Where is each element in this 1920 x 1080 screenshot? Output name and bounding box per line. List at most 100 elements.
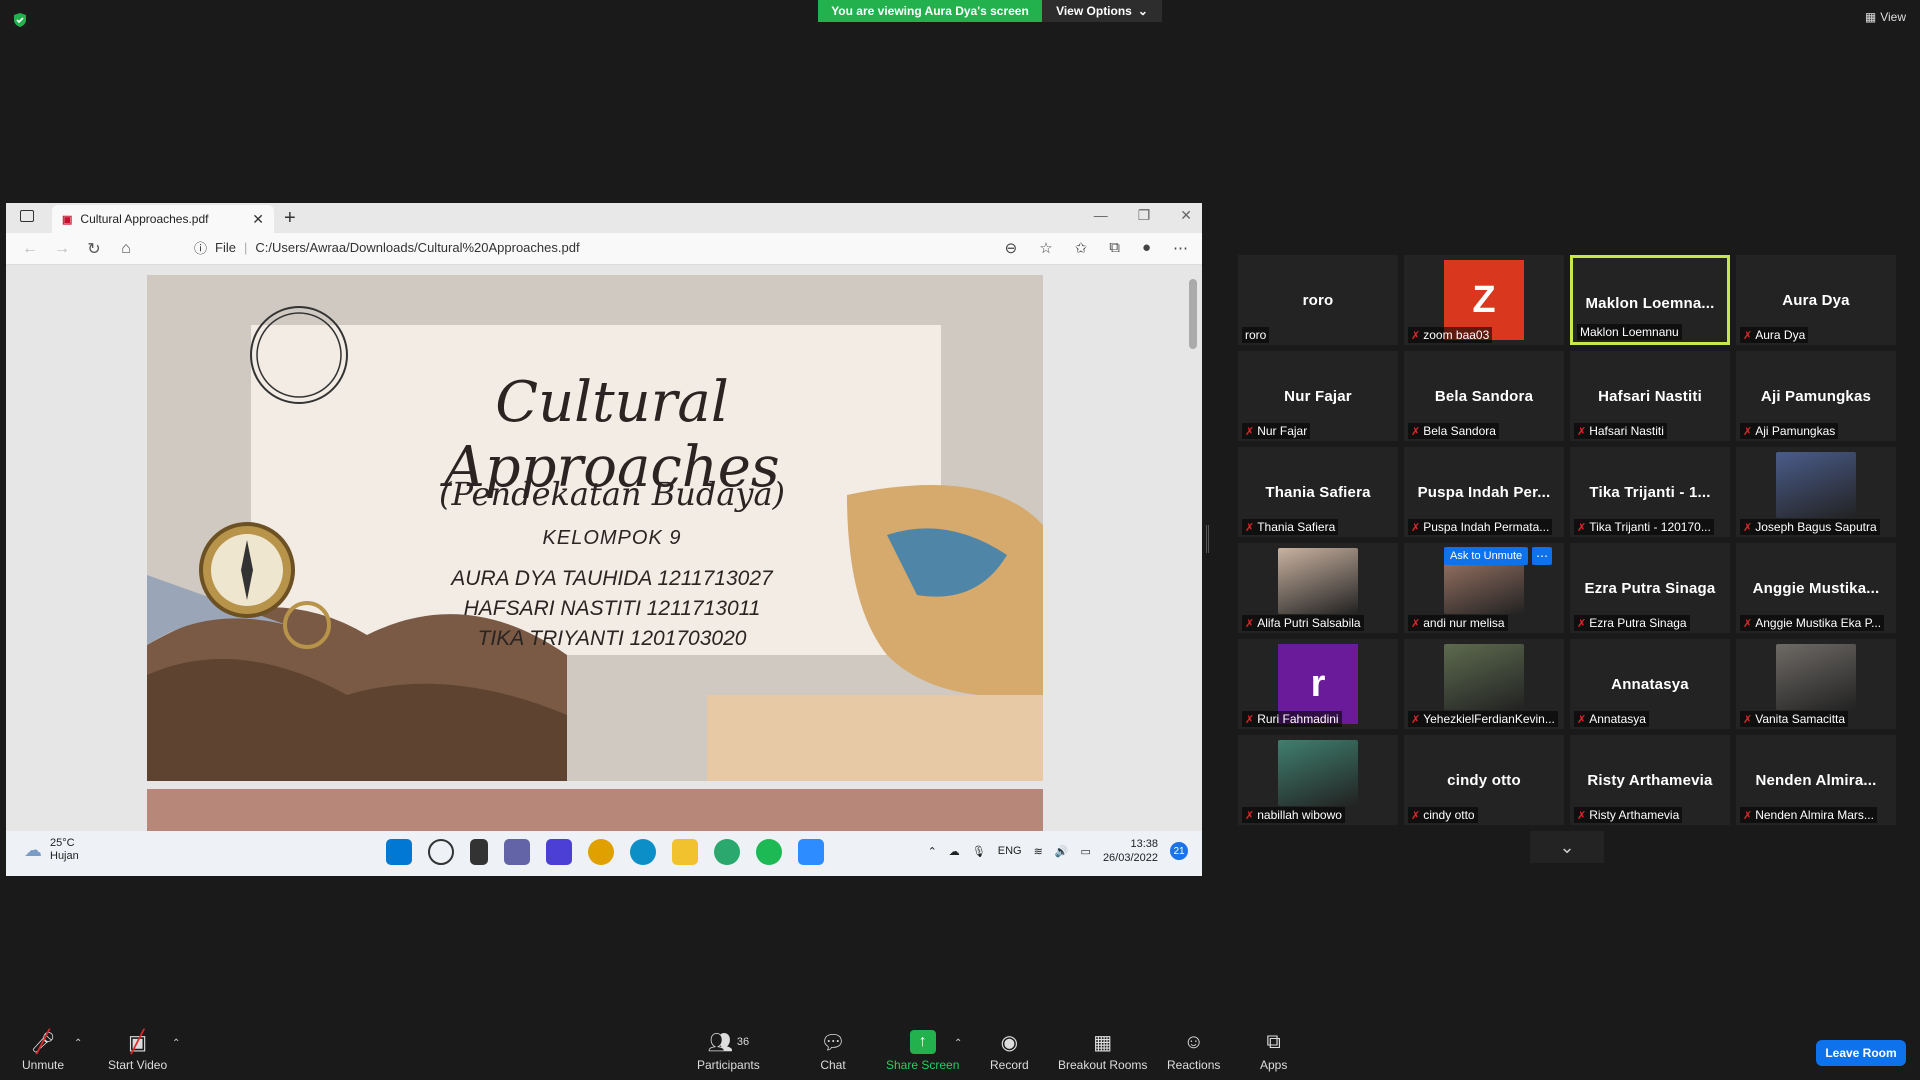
participant-tile[interactable]: Anggie Mustika... ✗ Anggie Mustika Eka P..… bbox=[1736, 543, 1896, 633]
refresh-icon[interactable]: ↻ bbox=[78, 239, 110, 259]
volume-icon[interactable]: 🔊 bbox=[1055, 845, 1069, 858]
battery-icon[interactable]: ▭ bbox=[1081, 845, 1091, 858]
notification-badge[interactable]: 21 bbox=[1170, 842, 1188, 860]
teams-chat-icon[interactable] bbox=[504, 839, 530, 865]
mic-muted-icon: ✗ bbox=[1411, 617, 1421, 630]
participant-tile[interactable]: Z ✗ zoom baa03 bbox=[1404, 255, 1564, 345]
participant-tile[interactable]: Nenden Almira... ✗ Nenden Almira Mars... bbox=[1736, 735, 1896, 825]
chat-button[interactable]: 💬︎ Chat bbox=[820, 1030, 846, 1073]
system-tray: ⌃ ☁ 🎙 ENG ≋ 🔊 ▭ 13:38 26/03/2022 21 bbox=[928, 837, 1188, 865]
participant-tile[interactable]: cindy otto ✗ cindy otto bbox=[1404, 735, 1564, 825]
chevron-up-icon[interactable]: ⌃ bbox=[928, 845, 937, 858]
split-resize-handle[interactable] bbox=[1206, 525, 1209, 553]
back-icon[interactable]: ← bbox=[14, 240, 46, 258]
wifi-icon[interactable]: ≋ bbox=[1034, 845, 1043, 858]
mic-muted-icon: ✗ bbox=[1577, 713, 1587, 726]
mic-muted-icon: ✗ bbox=[1577, 809, 1587, 822]
favorites-icon[interactable]: ✩ bbox=[1075, 239, 1088, 257]
more-icon[interactable]: ⋯ bbox=[1173, 239, 1188, 257]
search-icon[interactable] bbox=[428, 839, 454, 865]
leave-room-button[interactable]: Leave Room bbox=[1816, 1040, 1906, 1066]
zoom-app-icon[interactable] bbox=[798, 839, 824, 865]
participant-tile[interactable]: roro roro bbox=[1238, 255, 1398, 345]
task-view-icon[interactable] bbox=[470, 839, 488, 865]
forward-icon[interactable]: → bbox=[46, 240, 78, 258]
zoom-window: You are viewing Aura Dya's screen View O… bbox=[0, 0, 1920, 1080]
participant-tile[interactable]: Aji Pamungkas ✗ Aji Pamungkas bbox=[1736, 351, 1896, 441]
start-video-button[interactable]: ▣ ╱ Start Video bbox=[108, 1029, 167, 1072]
record-button[interactable]: ◉ Record bbox=[990, 1030, 1029, 1073]
mic-muted-icon: ✗ bbox=[1577, 425, 1587, 438]
restore-icon[interactable]: ❐ bbox=[1138, 207, 1151, 224]
gallery-next-page-button[interactable]: ⌄ bbox=[1530, 831, 1604, 863]
favorite-icon[interactable]: ☆ bbox=[1039, 239, 1052, 257]
participant-tile[interactable]: Risty Arthamevia ✗ Risty Arthamevia bbox=[1570, 735, 1730, 825]
share-options-caret[interactable]: ⌃ bbox=[954, 1038, 962, 1049]
weather-widget[interactable]: ☁ 25°C Hujan bbox=[24, 837, 79, 863]
collections-icon[interactable]: ⧉ bbox=[1109, 239, 1120, 257]
close-tab-icon[interactable]: ✕ bbox=[252, 211, 264, 228]
participant-tile[interactable]: Tika Trijanti - 1... ✗ Tika Trijanti - 120… bbox=[1570, 447, 1730, 537]
video-off-icon: ▣ ╱ bbox=[128, 1029, 148, 1054]
security-shield-icon[interactable] bbox=[12, 12, 28, 28]
participant-name: Tika Trijanti - 120170... bbox=[1589, 520, 1711, 534]
share-screen-button[interactable]: ↑ Share Screen bbox=[886, 1030, 959, 1072]
video-options-caret[interactable]: ⌃ bbox=[172, 1038, 180, 1049]
participant-tile[interactable]: Maklon Loemna... Maklon Loemnanu bbox=[1570, 255, 1730, 345]
participant-tile[interactable]: Nur Fajar ✗ Nur Fajar bbox=[1238, 351, 1398, 441]
tab-actions-icon[interactable] bbox=[20, 210, 34, 222]
participants-button[interactable]: 👥︎ 36 Participants bbox=[697, 1030, 760, 1073]
zoom-out-icon[interactable]: ⊖ bbox=[1005, 239, 1018, 257]
unmute-button[interactable]: 🎤︎ ╱ Unmute bbox=[22, 1029, 64, 1072]
audio-options-caret[interactable]: ⌃ bbox=[74, 1038, 82, 1049]
mic-muted-icon: ✗ bbox=[1743, 521, 1753, 534]
apps-button[interactable]: ⧉ Apps bbox=[1260, 1030, 1287, 1073]
whatsapp-icon[interactable] bbox=[714, 839, 740, 865]
participant-tile[interactable]: Ask to Unmute ⋯ ✗ andi nur melisa bbox=[1404, 543, 1564, 633]
participant-name-label: ✗ Annatasya bbox=[1574, 711, 1649, 727]
onedrive-icon[interactable]: ☁ bbox=[949, 845, 960, 858]
participant-tile[interactable]: Aura Dya ✗ Aura Dya bbox=[1736, 255, 1896, 345]
scroll-thumb[interactable] bbox=[1189, 279, 1197, 349]
file-explorer-icon[interactable] bbox=[672, 839, 698, 865]
clock[interactable]: 13:38 26/03/2022 bbox=[1103, 837, 1158, 865]
microphone-muted-icon: 🎤︎ ╱ bbox=[30, 1029, 56, 1054]
pdf-viewer[interactable]: Cultural Approaches (Pendekatan Budaya) … bbox=[6, 265, 1202, 831]
view-button[interactable]: ▦ View bbox=[1865, 10, 1906, 24]
browser-tab[interactable]: ▣ Cultural Approaches.pdf ✕ bbox=[52, 205, 274, 233]
chrome-icon[interactable] bbox=[588, 839, 614, 865]
participant-tile[interactable]: Puspa Indah Per... ✗ Puspa Indah Permata..… bbox=[1404, 447, 1564, 537]
language-indicator[interactable]: ENG bbox=[998, 845, 1022, 857]
more-options-icon[interactable]: ⋯ bbox=[1532, 547, 1552, 565]
close-window-icon[interactable]: ✕ bbox=[1180, 207, 1192, 224]
url-field[interactable]: ⓘ File | C:/Users/Awraa/Downloads/Cultur… bbox=[194, 238, 580, 257]
view-options-button[interactable]: View Options ⌄ bbox=[1042, 0, 1162, 22]
ask-to-unmute-button[interactable]: Ask to Unmute bbox=[1444, 547, 1529, 565]
participant-tile[interactable]: r ✗ Ruri Fahmadini bbox=[1238, 639, 1398, 729]
reactions-button[interactable]: ☺ Reactions bbox=[1167, 1030, 1220, 1073]
microphone-icon[interactable]: 🎙 bbox=[972, 845, 986, 858]
windows-start-icon[interactable] bbox=[386, 839, 412, 865]
minimize-icon[interactable]: — bbox=[1094, 207, 1108, 224]
participant-tile[interactable]: ✗ Alifa Putri Salsabila bbox=[1238, 543, 1398, 633]
new-tab-icon[interactable]: + bbox=[284, 207, 296, 230]
pen-app-icon[interactable] bbox=[546, 839, 572, 865]
participant-tile[interactable]: ✗ YehezkielFerdianKevin... bbox=[1404, 639, 1564, 729]
participant-tile[interactable]: ✗ nabillah wibowo bbox=[1238, 735, 1398, 825]
profile-icon[interactable]: ● bbox=[1142, 239, 1151, 257]
home-icon[interactable]: ⌂ bbox=[110, 240, 142, 258]
participant-name: zoom baa03 bbox=[1423, 328, 1490, 342]
address-bar: ← → ↻ ⌂ ⓘ File | C:/Users/Awraa/Download… bbox=[6, 233, 1202, 265]
breakout-rooms-button[interactable]: ▦ Breakout Rooms bbox=[1058, 1030, 1147, 1073]
pdf-scrollbar[interactable] bbox=[1188, 265, 1198, 831]
edge-icon[interactable] bbox=[630, 839, 656, 865]
participant-tile[interactable]: Hafsari Nastiti ✗ Hafsari Nastiti bbox=[1570, 351, 1730, 441]
weather-text: Hujan bbox=[50, 850, 79, 862]
participant-tile[interactable]: ✗ Vanita Samacitta bbox=[1736, 639, 1896, 729]
participant-tile[interactable]: Bela Sandora ✗ Bela Sandora bbox=[1404, 351, 1564, 441]
spotify-icon[interactable] bbox=[756, 839, 782, 865]
participant-tile[interactable]: ✗ Joseph Bagus Saputra bbox=[1736, 447, 1896, 537]
participant-tile[interactable]: Annatasya ✗ Annatasya bbox=[1570, 639, 1730, 729]
participant-tile[interactable]: Thania Safiera ✗ Thania Safiera bbox=[1238, 447, 1398, 537]
participant-tile[interactable]: Ezra Putra Sinaga ✗ Ezra Putra Sinaga bbox=[1570, 543, 1730, 633]
